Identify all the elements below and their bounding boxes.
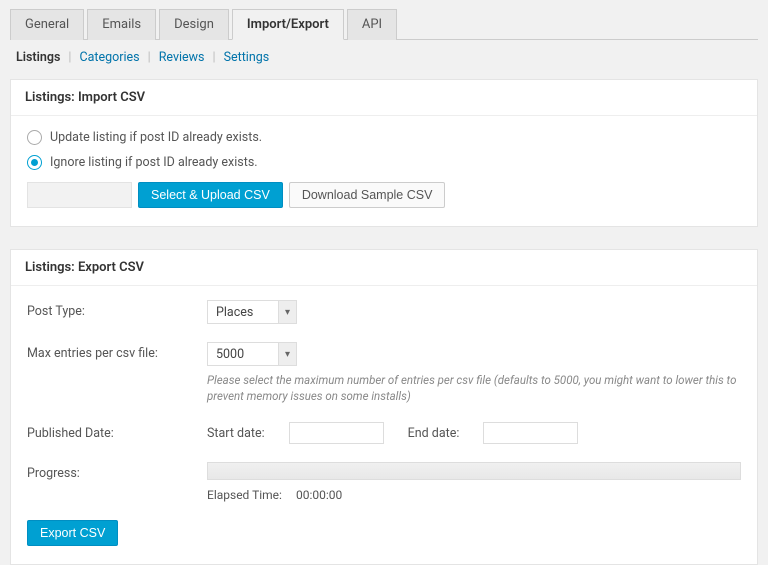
radio-ignore-listing[interactable] <box>27 155 42 170</box>
published-date-label: Published Date: <box>27 422 207 441</box>
chevron-down-icon: ▾ <box>278 343 296 365</box>
sub-tabs: Listings | Categories | Reviews | Settin… <box>14 50 758 65</box>
import-csv-panel: Listings: Import CSV Update listing if p… <box>10 79 758 227</box>
elapsed-time-value: 00:00:00 <box>296 488 342 502</box>
end-date-label: End date: <box>408 426 460 441</box>
progress-bar <box>207 462 741 480</box>
select-upload-csv-button[interactable]: Select & Upload CSV <box>138 182 283 208</box>
main-tabs: General Emails Design Import/Export API <box>10 8 758 40</box>
post-type-value: Places <box>216 305 253 320</box>
export-csv-button[interactable]: Export CSV <box>27 520 118 546</box>
max-entries-label: Max entries per csv file: <box>27 342 207 361</box>
export-csv-panel: Listings: Export CSV Post Type: Places ▾… <box>10 249 758 565</box>
tab-general[interactable]: General <box>10 9 84 40</box>
separator: | <box>213 50 216 65</box>
radio-update-listing[interactable] <box>27 130 42 145</box>
end-date-input[interactable] <box>483 422 578 444</box>
elapsed-time-label: Elapsed Time: <box>207 488 282 502</box>
post-type-select[interactable]: Places ▾ <box>207 300 297 324</box>
subtab-categories[interactable]: Categories <box>77 50 141 65</box>
tab-emails[interactable]: Emails <box>87 9 156 40</box>
max-entries-value: 5000 <box>216 347 244 362</box>
max-entries-select[interactable]: 5000 ▾ <box>207 342 297 366</box>
subtab-reviews[interactable]: Reviews <box>157 50 207 65</box>
file-input[interactable] <box>27 182 132 208</box>
progress-label: Progress: <box>27 462 207 481</box>
radio-update-label: Update listing if post ID already exists… <box>50 130 262 145</box>
subtab-settings[interactable]: Settings <box>222 50 272 65</box>
radio-ignore-label: Ignore listing if post ID already exists… <box>50 155 258 170</box>
start-date-input[interactable] <box>289 422 384 444</box>
chevron-down-icon: ▾ <box>278 301 296 323</box>
tab-import-export[interactable]: Import/Export <box>232 9 344 40</box>
tab-design[interactable]: Design <box>159 9 229 40</box>
export-panel-title: Listings: Export CSV <box>11 250 757 286</box>
separator: | <box>68 50 71 65</box>
start-date-label: Start date: <box>207 426 265 441</box>
subtab-listings[interactable]: Listings <box>14 50 62 65</box>
separator: | <box>148 50 151 65</box>
download-sample-csv-button[interactable]: Download Sample CSV <box>289 182 446 208</box>
max-entries-help: Please select the maximum number of entr… <box>207 372 741 404</box>
import-panel-title: Listings: Import CSV <box>11 80 757 116</box>
post-type-label: Post Type: <box>27 300 207 319</box>
tab-api[interactable]: API <box>347 9 397 40</box>
